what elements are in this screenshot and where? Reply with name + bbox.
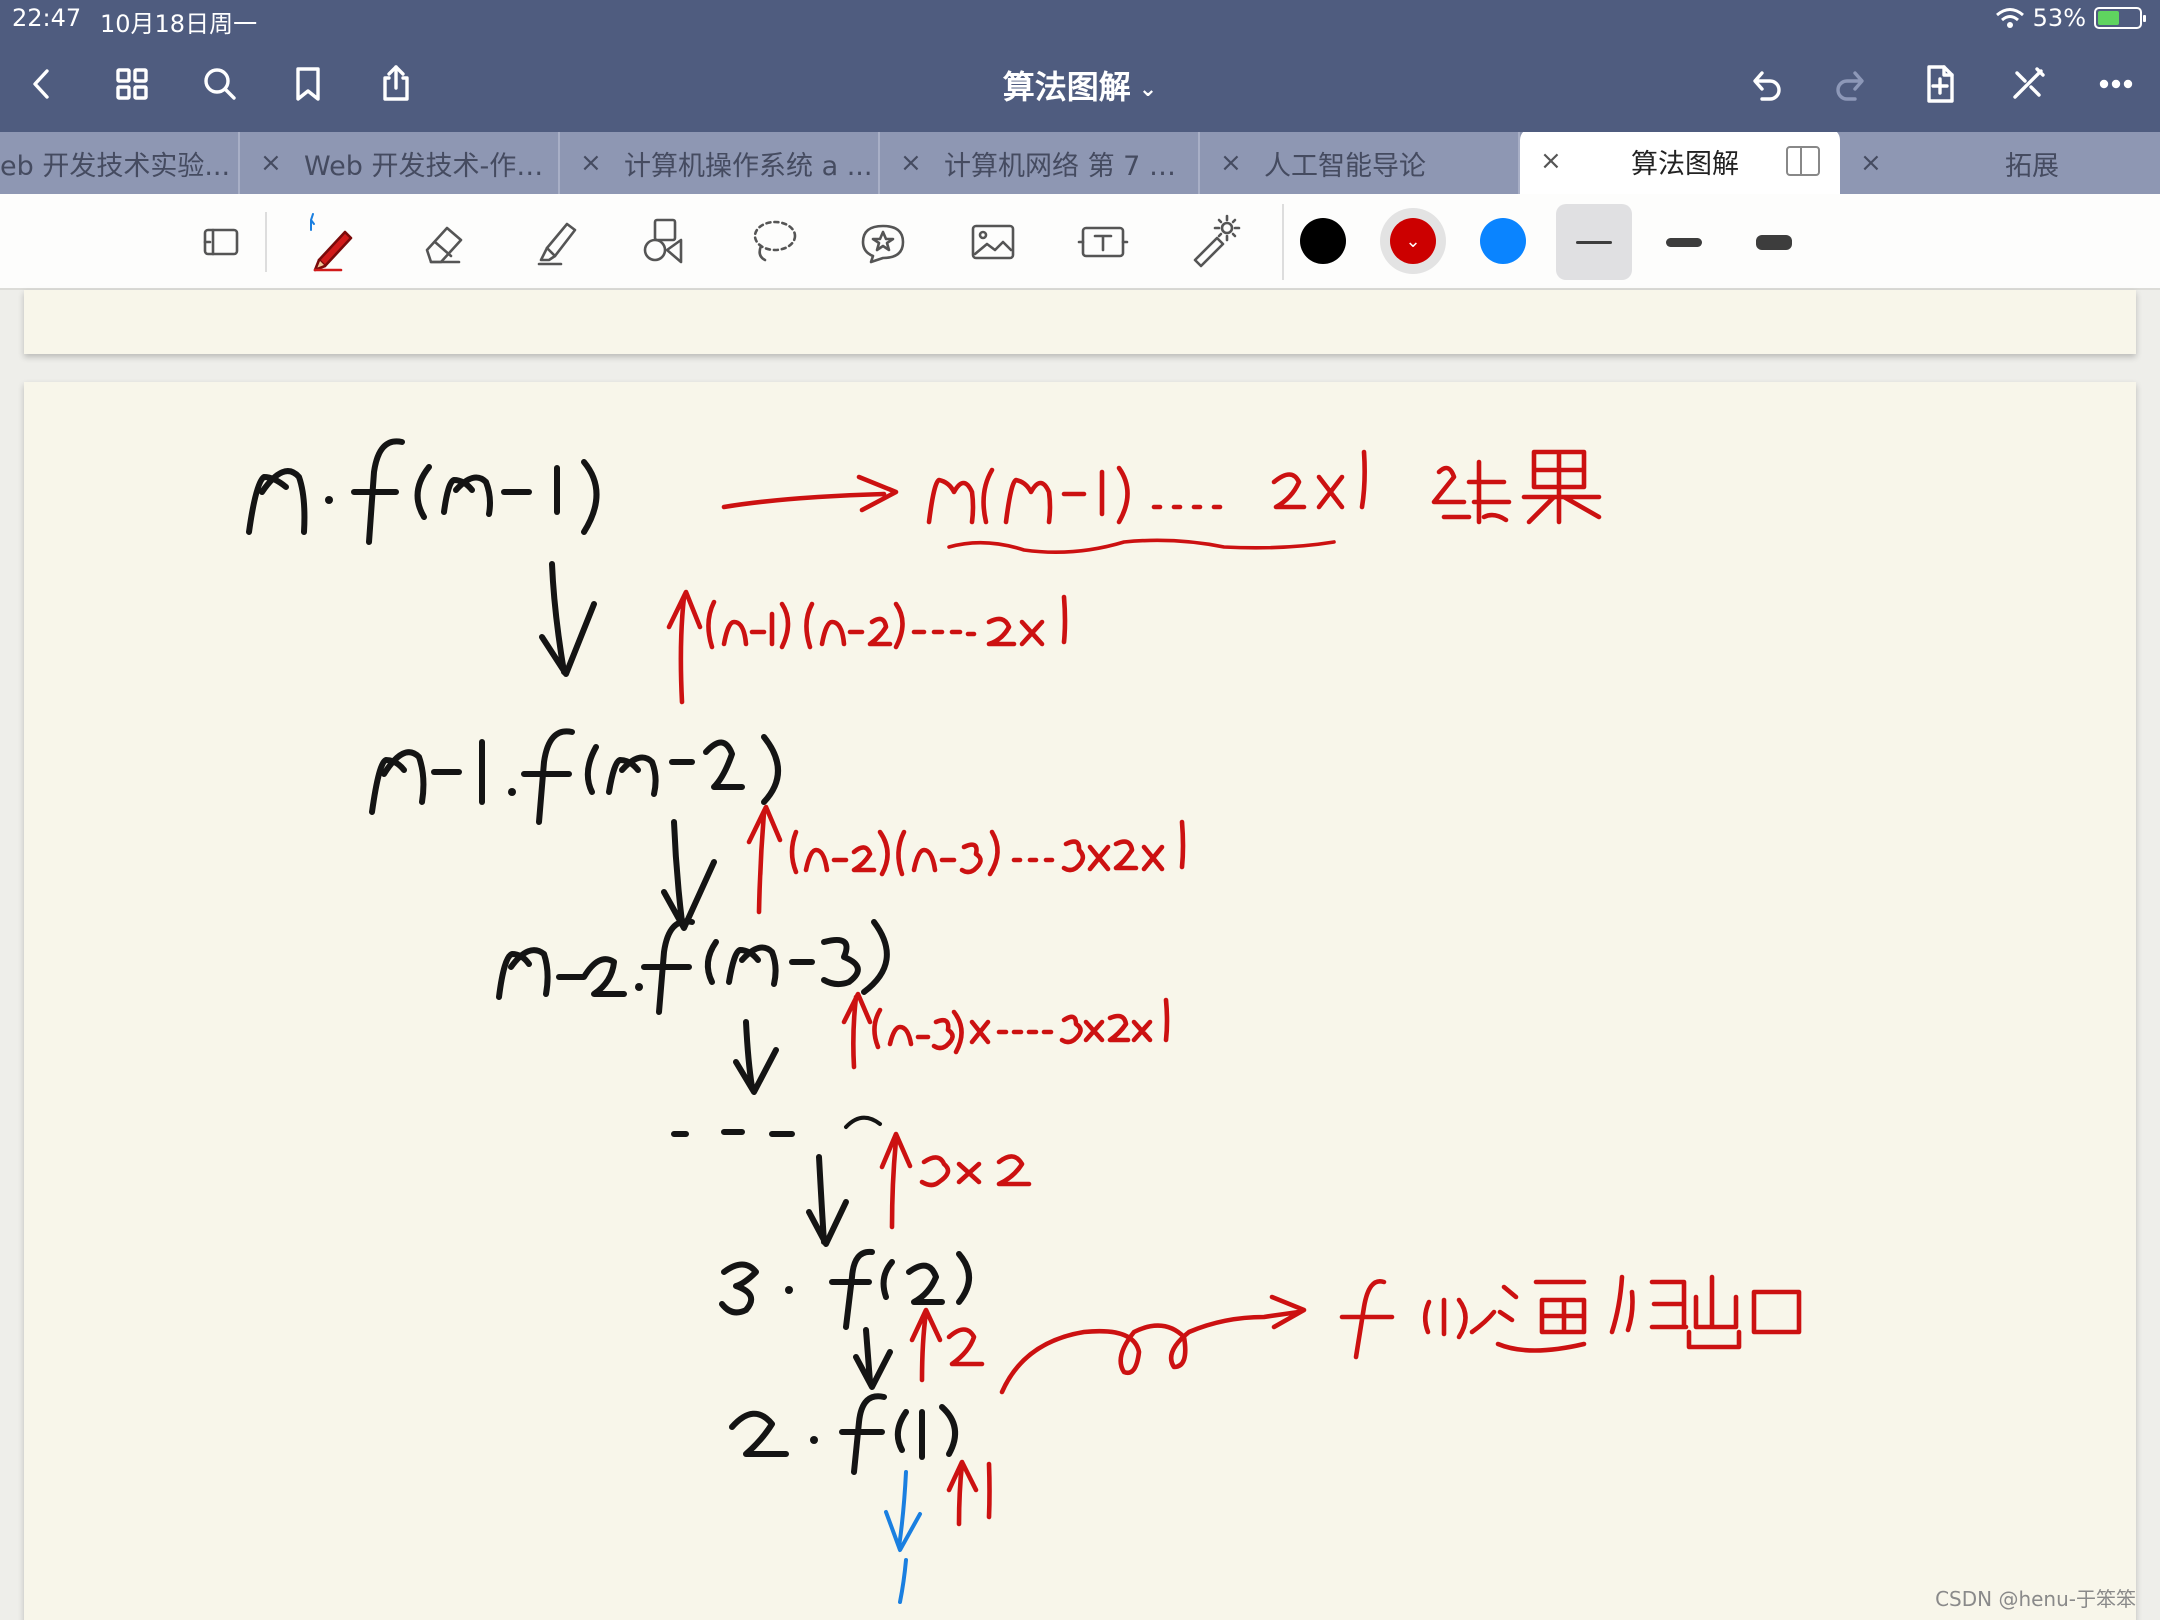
split-view-icon[interactable] — [1786, 146, 1820, 176]
stroke-width-medium[interactable] — [1646, 204, 1722, 280]
tab-label: Web 开发技术-作业 1 — [304, 150, 558, 182]
tab-close-icon[interactable]: × — [1220, 148, 1250, 178]
color-swatch-red[interactable]: ⌄ — [1390, 218, 1436, 264]
previous-page[interactable] — [24, 290, 2136, 354]
sticker-icon[interactable] — [840, 204, 926, 280]
battery-icon — [2094, 7, 2146, 29]
close-pen-icon[interactable] — [2000, 56, 2056, 112]
status-right: 53% — [1995, 4, 2146, 32]
undo-icon[interactable] — [1737, 56, 1793, 112]
tab-close-icon[interactable]: × — [260, 148, 290, 178]
toolbar-divider — [1282, 204, 1284, 280]
eraser-icon[interactable] — [400, 204, 486, 280]
stroke-width-thin[interactable] — [1556, 204, 1632, 280]
chevron-down-icon[interactable]: ⌄ — [1139, 77, 1157, 102]
tab-label: 计算机网络 第 7 版... — [944, 150, 1198, 182]
toolbar-divider — [265, 212, 267, 272]
wifi-icon — [1995, 8, 2024, 28]
color-swatch-black[interactable] — [1300, 218, 1346, 264]
tab-ai[interactable]: × 人工智能导论 — [1200, 132, 1520, 194]
tab-label: 算法图解 — [1631, 148, 1739, 180]
redo-icon[interactable] — [1824, 56, 1880, 112]
read-mode-icon[interactable] — [178, 204, 264, 280]
tab-network[interactable]: × 计算机网络 第 7 版... — [880, 132, 1200, 194]
blue-handwriting — [884, 1470, 922, 1604]
chevron-down-icon: ⌄ — [1405, 230, 1421, 252]
tab-label: eb 开发技术实验... — [0, 150, 231, 182]
drawing-toolbar: ⌄ — [0, 194, 2160, 290]
status-date: 10月18日周一 — [100, 10, 258, 38]
tab-label: 计算机操作系统 a ... — [624, 150, 873, 182]
red-handwriting — [666, 449, 1802, 1527]
note-page[interactable] — [24, 382, 2136, 1620]
text-icon[interactable] — [1060, 204, 1146, 280]
status-time: 22:47 — [12, 4, 82, 32]
tab-label: 人工智能导论 — [1264, 150, 1426, 182]
black-handwriting — [246, 438, 972, 1475]
laser-pointer-icon[interactable] — [1170, 204, 1256, 280]
tab-algorithms[interactable]: × 算法图解 — [1520, 132, 1840, 194]
tab-close-icon[interactable]: × — [1540, 146, 1570, 176]
tab-web-homework[interactable]: × Web 开发技术-作业 1 — [240, 132, 560, 194]
tab-bar: eb 开发技术实验... × Web 开发技术-作业 1 × 计算机操作系统 a… — [0, 132, 2160, 194]
tab-extension[interactable]: × 拓展 — [1840, 132, 2160, 194]
tab-label: 拓展 — [2005, 150, 2059, 182]
shapes-icon[interactable] — [620, 204, 706, 280]
watermark: CSDN @henu-于笨笨 — [1935, 1587, 2136, 1611]
tab-close-icon[interactable]: × — [900, 148, 930, 178]
note-canvas[interactable]: CSDN @henu-于笨笨 — [0, 290, 2160, 1620]
tab-close-icon[interactable]: × — [1860, 148, 1890, 178]
lasso-icon[interactable] — [730, 204, 816, 280]
navigation-header: 22:47 10月18日周一 53% 算法图解 ⌄ — [0, 0, 2160, 132]
pen-icon[interactable] — [288, 204, 374, 280]
battery-percent: 53% — [2032, 4, 2086, 32]
tab-close-icon[interactable]: × — [580, 148, 610, 178]
tab-os[interactable]: × 计算机操作系统 a ... — [560, 132, 880, 194]
add-page-icon[interactable] — [1912, 56, 1968, 112]
image-icon[interactable] — [950, 204, 1036, 280]
highlighter-icon[interactable] — [512, 204, 598, 280]
stroke-width-thick[interactable] — [1736, 204, 1812, 280]
tab-web-lab[interactable]: eb 开发技术实验... — [0, 132, 240, 194]
color-swatch-blue[interactable] — [1480, 218, 1526, 264]
handwriting-layer — [246, 438, 1802, 1604]
more-icon[interactable] — [2088, 56, 2144, 112]
